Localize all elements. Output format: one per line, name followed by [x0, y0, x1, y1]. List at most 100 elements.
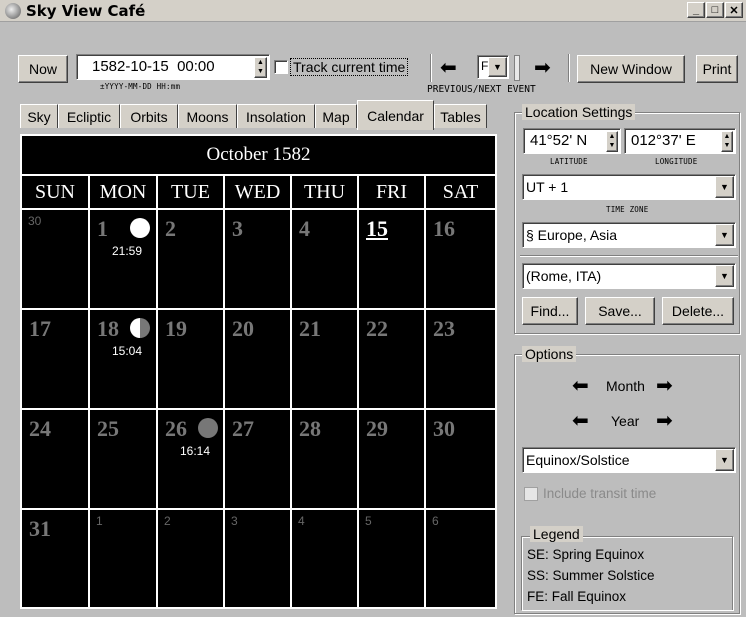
calendar-day-cell[interactable]: 6	[426, 510, 495, 607]
day-number: 27	[232, 416, 254, 441]
calendar-day-cell[interactable]: 26 16:14	[158, 410, 225, 510]
tab-orbits[interactable]: Orbits	[120, 104, 178, 128]
calendar-day-cell[interactable]: 21	[292, 310, 359, 410]
next-year-arrow-icon[interactable]: ➡	[656, 411, 673, 431]
previous-year-arrow-icon[interactable]: ⬅	[572, 411, 589, 431]
calendar-day-cell[interactable]: 30	[426, 410, 495, 510]
calendar-grid: October 1582 SUN MON TUE WED THU FRI SAT 30 1 21:…	[20, 134, 497, 609]
calendar-day-cell[interactable]: 29	[359, 410, 426, 510]
day-number: 17	[29, 316, 51, 341]
calendar-day-cell[interactable]: 24	[22, 410, 90, 510]
timezone-caption: TIME ZONE	[606, 205, 649, 214]
moon-phase-time: 21:59	[112, 244, 143, 258]
datetime-field[interactable]: 1582-10-15 00:00 ▲ ▼	[76, 54, 270, 80]
calendar-day-cell[interactable]: 28	[292, 410, 359, 510]
moon-phase-time: 16:14	[180, 444, 211, 458]
delete-button[interactable]: Delete...	[662, 297, 734, 325]
event-step-select[interactable]: F ▼	[477, 55, 509, 79]
calendar-day-cell[interactable]: 2	[158, 210, 225, 310]
weekday-header: TUE	[158, 176, 225, 210]
legend-item: SE: Spring Equinox	[527, 547, 645, 562]
calendar-day-cell[interactable]: 1	[90, 510, 158, 607]
day-number: 3	[232, 216, 243, 241]
new-window-button[interactable]: New Window	[577, 55, 685, 83]
divider	[520, 255, 738, 257]
day-number: 15	[366, 216, 388, 241]
event-slider-handle[interactable]	[514, 55, 520, 81]
previous-event-arrow-icon[interactable]: ⬅	[440, 58, 457, 78]
calendar-day-cell[interactable]: 4	[292, 510, 359, 607]
day-number: 2	[164, 514, 171, 528]
longitude-field[interactable]: 012°37' E ▲ ▼	[624, 128, 736, 154]
save-button[interactable]: Save...	[585, 297, 655, 325]
day-number: 16	[433, 216, 455, 241]
calendar-day-cell[interactable]: 3	[225, 510, 292, 607]
next-month-arrow-icon[interactable]: ➡	[656, 376, 673, 396]
day-number: 18	[97, 316, 119, 341]
calendar-day-cell[interactable]: 25	[90, 410, 158, 510]
location-settings-title: Location Settings	[522, 104, 636, 120]
print-button[interactable]: Print	[696, 55, 738, 83]
calendar-day-cell[interactable]: 1 21:59	[90, 210, 158, 310]
calendar-day-cell[interactable]: 18 15:04	[90, 310, 158, 410]
calendar-day-cell[interactable]: 31	[22, 510, 90, 607]
calendar-day-cell[interactable]: 30	[22, 210, 90, 310]
day-number: 31	[29, 516, 51, 541]
now-button[interactable]: Now	[18, 55, 68, 83]
calendar-day-cell[interactable]: 15	[359, 210, 426, 310]
calendar-day-cell[interactable]: 22	[359, 310, 426, 410]
day-number: 28	[299, 416, 321, 441]
calendar-day-cell[interactable]: 17	[22, 310, 90, 410]
tab-ecliptic[interactable]: Ecliptic	[58, 104, 120, 128]
longitude-stepper[interactable]: ▲ ▼	[721, 131, 733, 152]
legend-title: Legend	[530, 526, 583, 542]
city-select[interactable]: (Rome, ITA) ▼	[522, 263, 736, 289]
maximize-button[interactable]: □	[706, 2, 724, 18]
latitude-stepper[interactable]: ▲ ▼	[606, 131, 618, 152]
calendar-day-cell[interactable]: 2	[158, 510, 225, 607]
tab-tables[interactable]: Tables	[434, 104, 487, 128]
latitude-field[interactable]: 41°52' N ▲ ▼	[523, 128, 621, 154]
calendar-day-cell[interactable]: 27	[225, 410, 292, 510]
chevron-down-icon: ▼	[715, 224, 734, 246]
day-number: 19	[165, 316, 187, 341]
calendar-day-cell[interactable]: 4	[292, 210, 359, 310]
weekday-header: MON	[90, 176, 158, 210]
track-time-checkbox[interactable]	[274, 60, 288, 74]
tab-moons[interactable]: Moons	[178, 104, 237, 128]
datetime-format-hint: ±YYYY-MM-DD HH:mm	[100, 82, 181, 91]
day-number: 21	[299, 316, 321, 341]
find-button[interactable]: Find...	[522, 297, 578, 325]
track-time-label[interactable]: Track current time	[290, 58, 409, 76]
calendar-day-cell[interactable]: 5	[359, 510, 426, 607]
chevron-down-icon: ▼	[715, 176, 734, 198]
legend-item: FE: Fall Equinox	[527, 589, 627, 604]
calendar-day-cell[interactable]: 3	[225, 210, 292, 310]
timezone-select[interactable]: UT + 1 ▼	[522, 174, 736, 200]
next-event-arrow-icon[interactable]: ➡	[534, 58, 551, 78]
event-type-select[interactable]: Equinox/Solstice ▼	[522, 447, 736, 473]
year-label: Year	[611, 413, 640, 429]
day-number: 6	[432, 514, 439, 528]
separator	[568, 54, 570, 82]
minimize-button[interactable]: _	[687, 2, 705, 18]
tab-insolation[interactable]: Insolation	[237, 104, 315, 128]
tab-sky[interactable]: Sky	[20, 104, 58, 128]
calendar-day-cell[interactable]: 19	[158, 310, 225, 410]
close-button[interactable]: ✕	[725, 2, 743, 18]
tab-calendar[interactable]: Calendar	[357, 100, 434, 130]
calendar-day-cell[interactable]: 20	[225, 310, 292, 410]
chevron-down-icon: ▼	[715, 265, 734, 287]
chevron-down-icon: ▼	[715, 449, 734, 471]
tab-map[interactable]: Map	[315, 104, 357, 128]
day-number: 4	[299, 216, 310, 241]
previous-month-arrow-icon[interactable]: ⬅	[572, 376, 589, 396]
calendar-day-cell[interactable]: 23	[426, 310, 495, 410]
calendar-day-cell[interactable]: 16	[426, 210, 495, 310]
app-icon	[5, 3, 21, 19]
region-select[interactable]: § Europe, Asia ▼	[522, 222, 736, 248]
day-number: 30	[28, 214, 42, 228]
transit-checkbox[interactable]	[524, 487, 538, 501]
transit-label[interactable]: Include transit time	[543, 486, 656, 501]
datetime-stepper[interactable]: ▲ ▼	[254, 57, 267, 78]
